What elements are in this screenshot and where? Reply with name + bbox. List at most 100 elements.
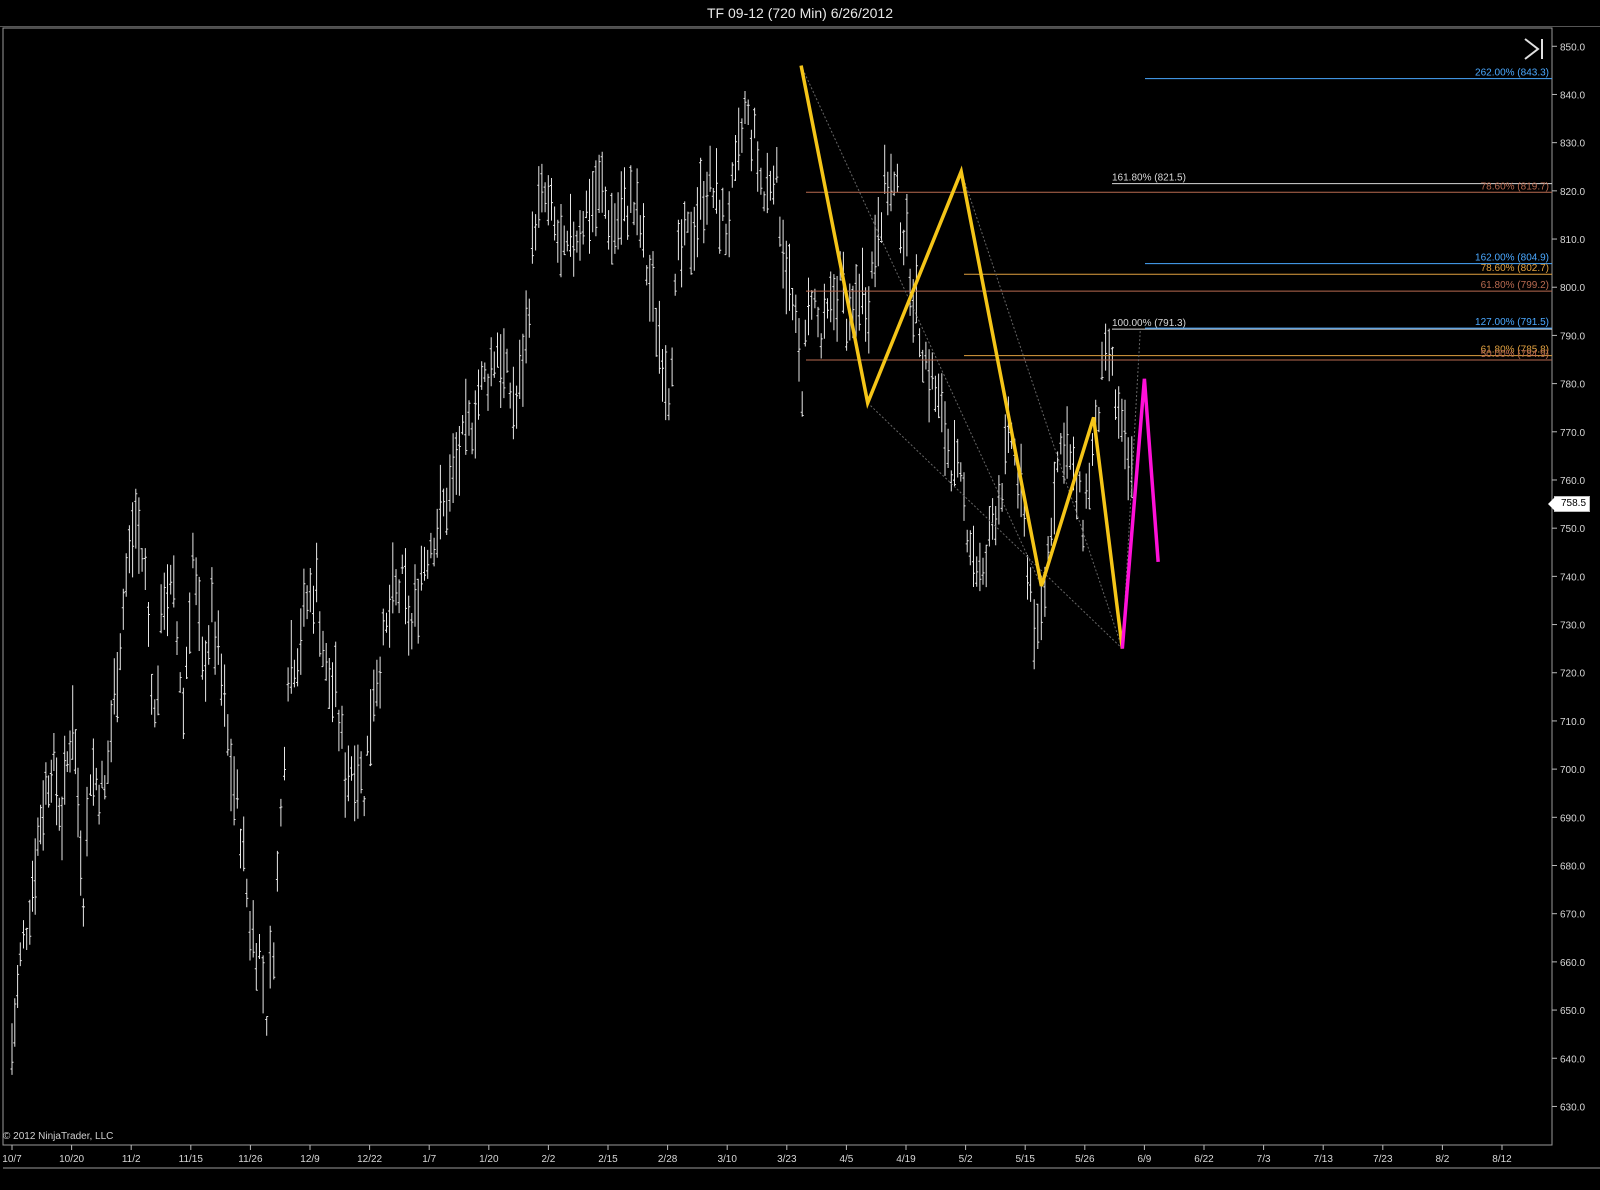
x-tick-label: 11/26 [238, 1154, 263, 1165]
ohlc-bar [1087, 462, 1091, 510]
ohlc-bar [889, 153, 893, 212]
ohlc-bar [791, 288, 795, 321]
ohlc-bar [57, 797, 61, 831]
ohlc-bar [708, 145, 712, 192]
ohlc-bar [832, 274, 836, 331]
ohlc-bar [438, 464, 442, 540]
ohlc-bar [1036, 603, 1040, 649]
ohlc-bar [543, 182, 547, 213]
ohlc-bar [483, 362, 487, 382]
ohlc-bar [18, 942, 22, 967]
ohlc-bar [965, 529, 969, 553]
ohlc-bar [676, 219, 680, 261]
ohlc-bar [670, 347, 674, 387]
ohlc-bar [407, 595, 411, 656]
ohlc-bar [956, 438, 960, 478]
ohlc-bar [103, 775, 107, 800]
ohlc-bar [695, 187, 699, 258]
x-tick-label: 1/20 [479, 1154, 499, 1165]
x-tick-label: 10/7 [2, 1154, 22, 1165]
ohlc-bar [886, 171, 890, 216]
ohlc-bar [124, 553, 128, 597]
x-tick-label: 4/5 [839, 1154, 853, 1165]
ohlc-bar [378, 656, 382, 709]
ohlc-bar [753, 107, 757, 139]
y-tick-label: 630.0 [1560, 1102, 1585, 1113]
ohlc-bar [213, 621, 217, 675]
ohlc-bar [559, 204, 563, 278]
ohlc-bar [391, 542, 395, 614]
ohlc-bar [81, 898, 85, 927]
ohlc-bar [648, 254, 652, 322]
ohlc-bar [65, 751, 69, 772]
ohlc-bar [1117, 386, 1121, 439]
y-tick-label: 730.0 [1560, 621, 1585, 632]
ohlc-bar [22, 920, 25, 949]
y-tick-label: 820.0 [1560, 187, 1585, 198]
x-tick-label: 5/2 [959, 1154, 973, 1165]
ohlc-bar [508, 382, 512, 409]
y-tick-label: 700.0 [1560, 765, 1585, 776]
ohlc-bar [404, 548, 407, 625]
ohlc-bar [937, 373, 941, 419]
y-tick-label: 800.0 [1560, 283, 1585, 294]
fib-level-label: 162.00% (804.9) [1475, 253, 1549, 264]
ohlc-bar [616, 192, 620, 250]
fib-level-label: 262.00% (843.3) [1475, 68, 1549, 79]
ohlc-bar [394, 569, 398, 606]
fib-level-label: 61.80% (799.2) [1481, 280, 1549, 291]
ohlc-bar [702, 181, 706, 244]
ohlc-bar [933, 375, 937, 412]
ohlc-bar [946, 428, 950, 468]
ohlc-bar [556, 219, 560, 263]
ohlc-bar [1000, 483, 1004, 512]
ohlc-bar [772, 165, 776, 205]
ohlc-bar [365, 735, 369, 756]
ohlc-bar [699, 157, 703, 220]
ohlc-bar [232, 756, 236, 826]
play-to-end-icon[interactable] [1520, 36, 1548, 62]
ohlc-bar [959, 462, 963, 482]
ohlc-bar [140, 548, 144, 572]
ohlc-bar [100, 760, 104, 789]
ohlc-bar [626, 205, 630, 240]
ohlc-bar [94, 767, 98, 791]
ohlc-bar [467, 400, 471, 436]
ohlc-bar [181, 687, 185, 739]
y-tick-label: 640.0 [1560, 1054, 1585, 1065]
ohlc-bar [47, 775, 51, 808]
ohlc-bar [28, 899, 32, 945]
ohlc-bar [261, 955, 265, 1014]
ohlc-bar [569, 193, 572, 257]
ohlc-bar [968, 530, 972, 566]
fib-level-label: 78.60% (802.7) [1481, 263, 1549, 274]
ohlc-bar [153, 699, 157, 728]
ohlc-bar [188, 592, 192, 654]
ohlc-bar [258, 934, 261, 959]
ohlc-bar [242, 816, 246, 872]
ohlc-bar [737, 107, 741, 171]
ohlc-bar [1056, 451, 1060, 473]
x-tick-label: 12/22 [357, 1154, 382, 1165]
ohlc-bar [442, 488, 446, 517]
ohlc-bar [981, 557, 985, 585]
ohlc-bar [991, 498, 995, 540]
ohlc-bar [603, 186, 607, 219]
ohlc-bar [613, 203, 617, 254]
ohlc-bar [13, 998, 17, 1047]
x-tick-label: 1/7 [422, 1154, 436, 1165]
ohlc-bar [251, 900, 255, 958]
ohlc-bar [219, 653, 223, 706]
last-price-marker: 758.5 [1547, 496, 1591, 512]
ohlc-bar [819, 333, 823, 359]
ohlc-bar [451, 433, 455, 503]
ohlc-bar [584, 190, 588, 219]
ohlc-bar [327, 658, 331, 709]
ohlc-bar [397, 579, 401, 614]
ohlc-bar [565, 230, 569, 252]
ohlc-bar [550, 178, 553, 221]
ohlc-bar [721, 187, 725, 221]
ohlc-bar [775, 147, 779, 183]
x-tick-label: 6/9 [1137, 1154, 1151, 1165]
price-chart[interactable]: 850.0 840.0 830.0 820.0 810.0 800.0 790.0 780.0… [0, 0, 1600, 1190]
